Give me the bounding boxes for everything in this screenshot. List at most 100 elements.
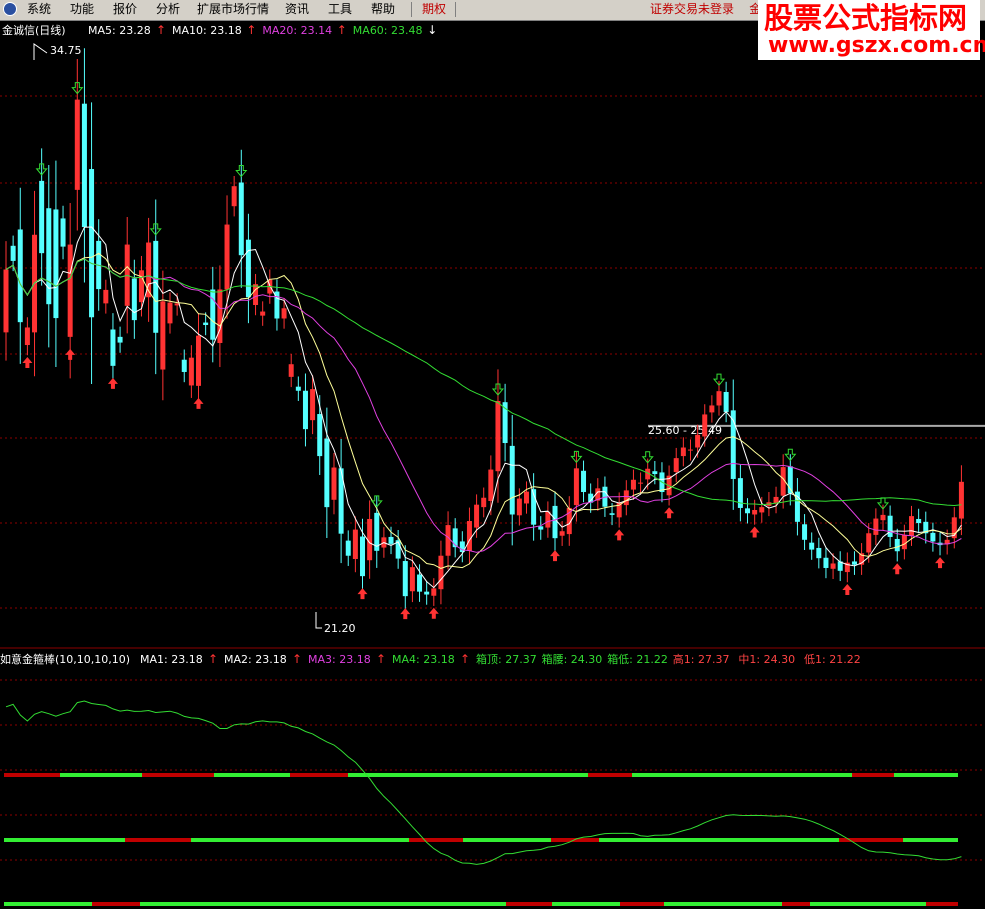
candle-body: [110, 329, 116, 366]
candle-body: [224, 224, 230, 290]
candle-body: [638, 482, 644, 484]
candle-body: [609, 513, 615, 515]
candle-body: [474, 504, 480, 528]
arrow-down-icon: ↓: [427, 23, 437, 37]
menu-item-tools[interactable]: 工具: [328, 1, 352, 18]
arrow-up-icon: ↑: [156, 23, 166, 37]
candle-body: [160, 301, 166, 370]
candle-body: [388, 536, 394, 544]
arrow-up-icon: ↑: [337, 23, 347, 37]
stock-chart[interactable]: 25.60 - 25.49 34.75 21.20 金诚信(日线) MA5: 2…: [0, 20, 985, 909]
box-level-bars: [4, 773, 958, 906]
legend-item: MA10: 23.18: [172, 24, 242, 37]
candle-body: [103, 289, 109, 304]
candle-body: [709, 405, 715, 413]
candle-body: [752, 509, 758, 515]
candle-body: [523, 491, 529, 504]
candle-body: [680, 447, 686, 457]
buy-arrow-icon: [107, 377, 118, 389]
candle-body: [345, 540, 351, 556]
buy-arrow-icon: [550, 550, 561, 562]
candle-body: [851, 561, 857, 565]
candle-body: [773, 496, 779, 504]
candle-body: [623, 490, 629, 506]
candle-body: [117, 336, 123, 343]
high-marker: [33, 43, 48, 60]
candlesticks: [3, 48, 964, 612]
candle-body: [809, 542, 815, 550]
legend-item: MA5: 23.28: [88, 24, 151, 37]
candle-body: [880, 514, 886, 521]
legend-item: 箱腰: 24.30: [542, 652, 603, 666]
candle-body: [630, 479, 636, 490]
candle-body: [552, 505, 558, 539]
candle-body: [302, 390, 308, 430]
candle-body: [81, 103, 87, 228]
menu-item-extended-market[interactable]: 扩展市场行情: [197, 1, 269, 18]
candle-body: [516, 498, 522, 516]
candle-body: [360, 536, 365, 577]
candle-body: [10, 245, 16, 261]
candle-body: [438, 555, 444, 590]
candle-body: [74, 99, 80, 190]
app-logo-icon: [3, 2, 17, 16]
arrow-up-icon: ↑: [460, 652, 470, 666]
candle-body: [723, 391, 729, 412]
candle-body: [573, 468, 579, 506]
candle-body: [67, 244, 73, 337]
legend-item: MA2: 23.18: [224, 653, 287, 666]
arrow-up-icon: ↑: [208, 652, 218, 666]
candle-body: [46, 208, 52, 305]
candle-body: [909, 516, 915, 536]
candle-body: [17, 229, 23, 323]
candle-body: [217, 289, 223, 343]
menu-item-quote[interactable]: 报价: [113, 1, 137, 18]
candle-body: [295, 386, 301, 391]
legend-item: MA4: 23.18: [392, 653, 455, 666]
menu-item-function[interactable]: 功能: [70, 1, 94, 18]
candle-body: [39, 180, 45, 254]
candle-body: [873, 518, 879, 535]
watermark-title: 股票公式指标网: [764, 1, 968, 35]
candle-body: [445, 525, 451, 556]
menu-item-analysis[interactable]: 分析: [156, 1, 180, 18]
arrow-up-icon: ↑: [376, 652, 386, 666]
candle-body: [901, 534, 907, 550]
candle-body: [488, 469, 494, 502]
candle-body: [716, 391, 722, 406]
candle-body: [866, 533, 872, 553]
legend-item: MA1: 23.18: [140, 653, 203, 666]
candle-body: [188, 357, 194, 386]
arrow-up-icon: ↑: [246, 23, 256, 37]
watermark-url: www.gszx.com.cn: [768, 33, 985, 58]
candle-body: [53, 209, 59, 319]
candle-body: [402, 561, 408, 597]
box-level-label: 25.60 - 25.49: [648, 424, 722, 437]
candle-body: [245, 239, 251, 298]
candle-body: [153, 240, 159, 333]
menu-item-options[interactable]: 期权: [422, 1, 446, 18]
menu-item-help[interactable]: 帮助: [371, 1, 395, 18]
candle-body: [253, 284, 259, 306]
candle-body: [167, 302, 173, 324]
menu-item-news[interactable]: 资讯: [285, 1, 309, 18]
candle-body: [538, 526, 544, 530]
buy-arrow-icon: [935, 557, 946, 569]
legend-item: MA60: 23.48: [353, 24, 423, 37]
menu-separator: [455, 2, 456, 17]
buy-arrow-icon: [65, 348, 76, 360]
candle-body: [887, 515, 893, 537]
candle-body: [559, 531, 565, 536]
candle-body: [424, 591, 430, 595]
ma10-line: [5, 252, 962, 569]
menu-item-system[interactable]: 系统: [27, 1, 51, 18]
arrow-up-icon: ↑: [292, 652, 302, 666]
buy-arrow-icon: [428, 607, 439, 619]
candle-body: [60, 218, 66, 247]
buy-arrow-icon: [22, 357, 33, 369]
legend-item: MA3: 23.18: [308, 653, 371, 666]
top-panel-title: 金诚信(日线): [2, 23, 66, 37]
buy-arrow-icon: [193, 397, 204, 409]
login-status[interactable]: 证券交易未登录 金: [650, 1, 761, 18]
candle-body: [745, 508, 751, 514]
